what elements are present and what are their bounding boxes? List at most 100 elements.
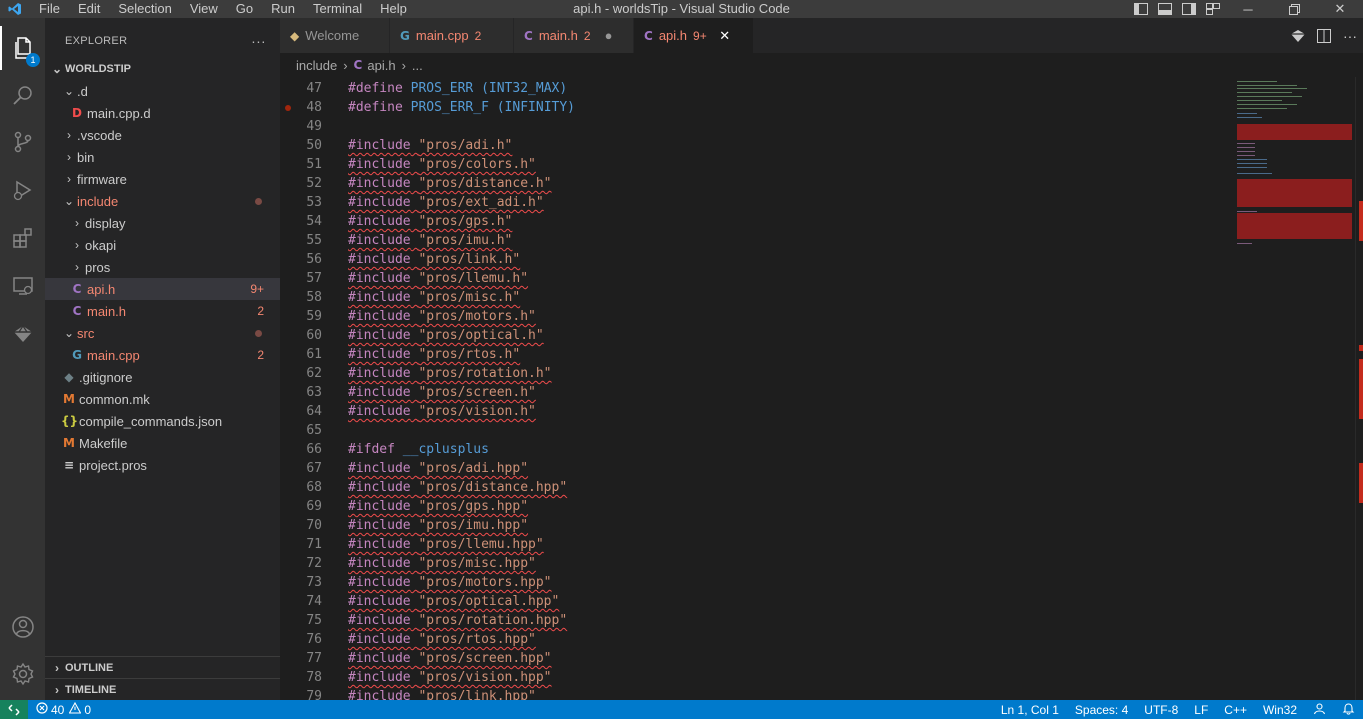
file-type-icon: M xyxy=(63,392,75,406)
search-icon[interactable] xyxy=(0,73,45,117)
include-path: "pros/link.h" xyxy=(418,252,521,267)
close-tab-icon[interactable]: ✕ xyxy=(717,28,733,44)
line-number: 69 xyxy=(306,499,322,514)
menu-go[interactable]: Go xyxy=(227,0,262,18)
explorer-icon[interactable]: 1 xyxy=(0,26,45,70)
toggle-panel-icon[interactable] xyxy=(1153,0,1177,18)
encoding[interactable]: UTF-8 xyxy=(1136,703,1186,717)
preprocessor-directive: #define xyxy=(348,100,403,115)
tree-item[interactable]: › pros xyxy=(45,256,280,278)
run-debug-icon[interactable] xyxy=(0,168,45,212)
include-error-squiggle: #include "pros/link.hpp" xyxy=(348,689,536,700)
tree-item[interactable]: ≡ project.pros xyxy=(45,454,280,476)
menu-help[interactable]: Help xyxy=(371,0,416,18)
remote-indicator-icon[interactable] xyxy=(0,700,28,719)
split-editor-icon[interactable] xyxy=(1311,18,1337,53)
tab-api-h[interactable]: Capi.h 9+ ✕ xyxy=(634,18,754,53)
toggle-secondary-sidebar-icon[interactable] xyxy=(1177,0,1201,18)
tab-main-cpp[interactable]: Gmain.cpp 2 xyxy=(390,18,514,53)
menu-view[interactable]: View xyxy=(181,0,227,18)
include-error-squiggle: #include "pros/optical.h" xyxy=(348,328,544,343)
indentation[interactable]: Spaces: 4 xyxy=(1067,703,1136,717)
tab-welcome[interactable]: ◆ Welcome xyxy=(280,18,390,53)
tab-main-h[interactable]: Cmain.h 2 ● xyxy=(514,18,634,53)
tree-item[interactable]: › okapi xyxy=(45,234,280,256)
end-of-line[interactable]: LF xyxy=(1186,703,1216,717)
tab-problem-badge: 9+ xyxy=(693,28,707,43)
tree-item[interactable]: ⌄ include xyxy=(45,190,280,212)
vscode-logo-icon xyxy=(0,0,30,18)
tree-item[interactable]: Mcommon.mk xyxy=(45,388,280,410)
workspace-header[interactable]: ⌄ WORLDSTIP xyxy=(45,58,280,80)
problems-indicator[interactable]: 40 0 xyxy=(28,701,91,717)
tree-item[interactable]: Capi.h 9+ xyxy=(45,278,280,300)
minimap[interactable] xyxy=(1235,77,1355,700)
tree-item[interactable]: ⌄ src xyxy=(45,322,280,344)
menu-selection[interactable]: Selection xyxy=(109,0,180,18)
restore-button[interactable] xyxy=(1271,0,1317,18)
source-control-icon[interactable] xyxy=(0,120,45,164)
include-error-squiggle: #include "pros/gps.h" xyxy=(348,214,512,229)
account-icon[interactable] xyxy=(1305,702,1334,718)
code-content: #include "pros/link.hpp" xyxy=(348,687,536,700)
preprocessor-directive: #include xyxy=(348,632,411,647)
minimize-button[interactable]: ─ xyxy=(1225,0,1271,18)
code-line: 71 #include "pros/llemu.hpp" xyxy=(280,535,1235,554)
tree-item[interactable]: › bin xyxy=(45,146,280,168)
include-path: "pros/motors.hpp" xyxy=(418,575,552,590)
pros-action-icon[interactable] xyxy=(1285,18,1311,53)
cursor-position[interactable]: Ln 1, Col 1 xyxy=(993,703,1067,717)
code-editor[interactable]: 47 #define PROS_ERR (INT32_MAX) 48 #define … xyxy=(280,77,1235,700)
outline-section[interactable]: › OUTLINE xyxy=(45,656,280,678)
code-content: #include "pros/rtos.hpp" xyxy=(348,630,536,649)
tree-item[interactable]: › firmware xyxy=(45,168,280,190)
code-content: #include "pros/screen.h" xyxy=(348,383,536,402)
line-number: 49 xyxy=(306,119,322,134)
code-line: 73 #include "pros/motors.hpp" xyxy=(280,573,1235,592)
notifications-bell-icon[interactable] xyxy=(1334,702,1363,718)
tree-item[interactable]: › .vscode xyxy=(45,124,280,146)
timeline-section[interactable]: › TIMELINE xyxy=(45,678,280,700)
file-tree: ⌄ .d Dmain.cpp.d › .vscode › bin › firmware ⌄ incl… xyxy=(45,80,280,476)
preprocessor-directive: #include xyxy=(348,651,411,666)
tab-label: main.cpp xyxy=(415,28,469,43)
code-line: 68 #include "pros/distance.hpp" xyxy=(280,478,1235,497)
tree-item[interactable]: Gmain.cpp 2 xyxy=(45,344,280,366)
close-window-button[interactable]: ✕ xyxy=(1317,0,1363,18)
menu-edit[interactable]: Edit xyxy=(69,0,109,18)
code-line: 61 #include "pros/rtos.h" xyxy=(280,345,1235,364)
code-content: #include "pros/distance.h" xyxy=(348,174,552,193)
more-actions-icon[interactable]: ··· xyxy=(1337,18,1363,53)
breadcrumb-more[interactable]: ... xyxy=(412,58,423,73)
include-path: "pros/misc.hpp" xyxy=(418,556,536,571)
menu-file[interactable]: File xyxy=(30,0,69,18)
tree-item[interactable]: ◆ .gitignore xyxy=(45,366,280,388)
settings-gear-icon[interactable] xyxy=(0,652,45,696)
breadcrumb-folder[interactable]: include xyxy=(296,58,337,73)
chevron-right-icon: › xyxy=(55,660,59,675)
tree-item[interactable]: ⌄ .d xyxy=(45,80,280,102)
explorer-more-button[interactable]: ··· xyxy=(251,33,266,49)
breadcrumb-file[interactable]: api.h xyxy=(367,58,395,73)
tree-item[interactable]: Cmain.h 2 xyxy=(45,300,280,322)
tree-item[interactable]: M Makefile xyxy=(45,432,280,454)
tree-item[interactable]: › display xyxy=(45,212,280,234)
accounts-icon[interactable] xyxy=(0,605,45,649)
tree-item[interactable]: Dmain.cpp.d xyxy=(45,102,280,124)
toggle-sidebar-icon[interactable] xyxy=(1129,0,1153,18)
code-content: #include "pros/adi.h" xyxy=(348,136,512,155)
pros-extension-icon[interactable] xyxy=(0,312,45,356)
editor-scrollbar[interactable] xyxy=(1355,77,1363,700)
extensions-icon[interactable] xyxy=(0,216,45,260)
unsaved-dot-icon[interactable]: ● xyxy=(601,28,617,43)
menu-run[interactable]: Run xyxy=(262,0,304,18)
menu-terminal[interactable]: Terminal xyxy=(304,0,371,18)
customize-layout-icon[interactable] xyxy=(1201,0,1225,18)
tree-item[interactable]: {} compile_commands.json xyxy=(45,410,280,432)
platform[interactable]: Win32 xyxy=(1255,703,1305,717)
remote-explorer-icon[interactable] xyxy=(0,264,45,308)
language-mode[interactable]: C++ xyxy=(1216,703,1255,717)
code-line: 69 #include "pros/gps.hpp" xyxy=(280,497,1235,516)
code-line: 50 #include "pros/adi.h" xyxy=(280,136,1235,155)
code-content: #include "pros/screen.hpp" xyxy=(348,649,552,668)
